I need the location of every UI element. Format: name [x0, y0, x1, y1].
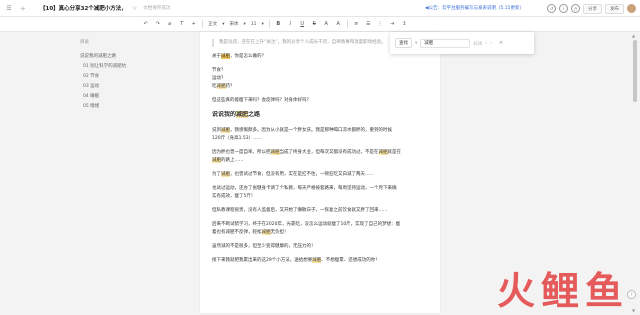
chevron-down-icon[interactable]: ▾ — [262, 22, 264, 27]
format-painter-icon[interactable]: ⌀ — [166, 20, 173, 29]
toc-item[interactable]: 01 别让科学的减肥坑 — [74, 61, 204, 71]
doc-title[interactable]: 【10】真心分享32个减肥小方法， — [40, 4, 127, 12]
publish-button[interactable]: 发布 — [605, 3, 624, 14]
help-icon[interactable]: ? — [627, 290, 636, 299]
paragraph: 也试过运动，还办了张健身卡请了个私教，每天严格按套路来，每周坚持运动，一个月下来… — [212, 186, 397, 199]
paragraph: 但私教课程很贵，没有人监督后，又开始了懒散日子，一恢复之前饮食就又胖了回来…… — [212, 208, 388, 213]
search-highlight: 减肥 — [312, 258, 322, 263]
search-highlight: 减肥 — [216, 84, 226, 89]
list-item: 运动？ — [212, 76, 226, 81]
chevron-down-icon[interactable]: ▾ — [244, 22, 246, 27]
add-icon[interactable]: ＋ — [18, 3, 28, 13]
find-mode-select[interactable]: 查找 — [395, 38, 412, 48]
align-icon[interactable]: ≡ — [353, 20, 360, 29]
toc-item[interactable]: 04 睡眠 — [74, 91, 204, 101]
clear-format-icon[interactable]: T — [178, 20, 185, 29]
format-toolbar: ↶ ↷ ⌀ T + 正文 ▾ 宋体 ▾ 11 ▾ B I U S A A ≡ ☰… — [0, 17, 640, 32]
scroll-down-icon[interactable]: ▼ — [632, 308, 635, 313]
announcement-link[interactable]: ◀公告：云平台服务编写与发表说明（5.15更新） — [425, 5, 524, 11]
italic-button[interactable]: I — [287, 20, 294, 29]
paragraph: 因为胖也曾一度自卑。所以把减肥当成了终身大业，但每次又都没有成功过，不是在减肥就… — [212, 150, 401, 163]
scroll-up-icon[interactable]: ▲ — [632, 33, 635, 38]
find-input[interactable] — [420, 38, 471, 48]
brand-watermark-logo: 火 鲤 鱼 — [497, 260, 627, 313]
chevron-down-icon[interactable]: ▾ — [222, 22, 224, 27]
font-color-button[interactable]: A — [323, 20, 330, 29]
save-status: 文档保存成功 — [143, 6, 171, 11]
search-highlight: 减肥 — [221, 172, 230, 177]
match-count: 4/30 — [473, 40, 483, 46]
menu-icon[interactable]: ☰ — [4, 3, 14, 13]
chevron-down-icon[interactable]: ▾ — [415, 41, 417, 46]
toc-item[interactable]: 02 节食 — [74, 71, 204, 81]
redo-icon[interactable]: ↷ — [154, 20, 161, 29]
search-highlight: 减肥 — [378, 150, 388, 155]
close-icon[interactable]: × — [499, 40, 503, 46]
next-match-icon[interactable]: › — [490, 41, 492, 46]
search-highlight: 减肥 — [221, 54, 230, 59]
undo-icon[interactable]: ↶ — [142, 20, 149, 29]
paragraph: 为了减肥，也曾试过节食，但没有用，实在是扛不住，一顿狂吃又白减了两天…… — [212, 172, 374, 177]
ordered-list-icon[interactable]: ⋮ — [377, 20, 384, 29]
underline-button[interactable]: U — [299, 20, 306, 29]
paragraph: 说到减肥，我感慨颇多。因为从小就是一个胖女孩。我是那种喝口凉水都胖的，重到的时候… — [212, 128, 392, 141]
search-highlight: 减肥 — [221, 128, 230, 133]
line-spacing-icon[interactable]: ↕ — [401, 20, 408, 29]
divider — [268, 20, 270, 28]
scroll-thumb[interactable] — [633, 40, 637, 102]
clock-icon[interactable]: ◷ — [571, 4, 580, 13]
bold-button[interactable]: B — [275, 20, 282, 29]
toc-item[interactable]: 05 情绪 — [74, 101, 204, 111]
divider — [346, 20, 348, 28]
list-icon[interactable]: ☰ — [365, 20, 372, 29]
list-item: 节食？ — [212, 68, 226, 73]
toc-title: 目录 — [80, 40, 89, 45]
toc-item[interactable]: 说说我的减肥之路 — [74, 51, 204, 61]
paragraph: 但这些真的能瘦下来吗？会反弹吗？对身体好吗？ — [212, 98, 311, 103]
paragraph: 虽然减的不是很多，但至少变得健康的，无压力的！ — [212, 244, 316, 249]
paragraph: 关于减肥，你是怎么做的？ — [212, 54, 266, 59]
paragraph: 接下来我就把我累出来的这29个小方法，送给想要减肥、不想瘦累、还想成功的你！ — [212, 258, 380, 263]
toc-item[interactable]: 03 运动 — [74, 81, 204, 91]
watermark-char: 火 — [497, 269, 536, 313]
star-icon[interactable]: ☆ — [132, 5, 137, 12]
history-icon[interactable]: ↺ — [547, 4, 556, 13]
list-item: 吃减肥药？ — [212, 84, 235, 89]
font-size-select[interactable]: 11 — [251, 22, 257, 27]
watermark-char: 鲤 — [541, 269, 580, 313]
watermark-char: 鱼 — [585, 269, 624, 313]
paragraph: 后来不断试错学习，终于在2020年，光靠吃，没怎么运动就瘦了10斤，实现了自己的… — [212, 222, 401, 235]
scrollbar[interactable]: ▲ ▼ — [630, 32, 640, 313]
document-page[interactable]: 我是逗叔。还在在上升“关注”，我的分享个人成长干货，自律情事和温度职场经验。 关… — [200, 32, 440, 313]
search-highlight: 减肥 — [270, 150, 280, 155]
paragraph-style-select[interactable]: 正文 — [208, 21, 217, 27]
share-button[interactable]: 分享 — [583, 3, 602, 14]
previous-match-icon[interactable]: ‹ — [485, 41, 487, 46]
search-highlight: 减肥 — [236, 111, 249, 118]
search-highlight: 减肥 — [212, 158, 221, 163]
section-heading: 说说我的减肥之路 — [212, 111, 261, 118]
top-bar: ☰ ＋ 【10】真心分享32个减肥小方法， ☆ 文档保存成功 — [0, 0, 640, 17]
avatar[interactable] — [627, 4, 636, 13]
strikethrough-button[interactable]: S — [311, 20, 318, 29]
toc-sidebar: 目录 说说我的减肥之路 01 别让科学的减肥坑 02 节食 03 运动 04 睡… — [74, 32, 204, 313]
divider — [202, 20, 204, 28]
find-panel: 查找 ▾ 4/30 ‹ › × — [390, 32, 534, 54]
insert-icon[interactable]: + — [190, 20, 197, 29]
info-icon[interactable]: i — [559, 4, 568, 13]
indent-icon[interactable]: ⇥ — [389, 20, 396, 29]
search-highlight: 减肥 — [261, 230, 271, 235]
highlight-color-button[interactable]: A — [335, 20, 342, 29]
question-list: 节食？ 运动？ 吃减肥药？ — [212, 67, 428, 91]
top-right-actions: ↺ i ◷ 分享 发布 — [547, 0, 640, 17]
font-family-select[interactable]: 宋体 — [230, 21, 239, 27]
